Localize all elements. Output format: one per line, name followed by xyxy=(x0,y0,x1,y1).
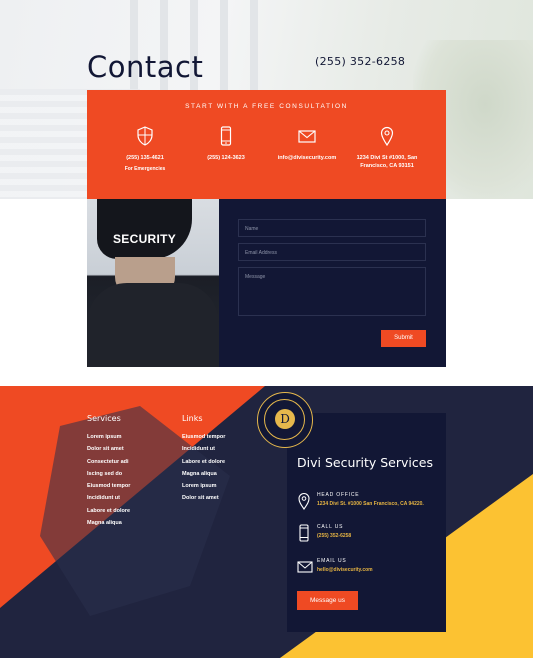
contact-value[interactable]: 1234 Divi St. #1000 San Francisco, CA 94… xyxy=(317,501,424,507)
contact-value[interactable]: hello@divisecurity.com xyxy=(317,567,373,573)
contact-form: Name Email Address Message Submit xyxy=(219,199,446,367)
cap-shape xyxy=(97,199,192,259)
consultation-box: Start With a Free Consultation (255) 135… xyxy=(87,90,446,199)
info-item-email[interactable]: info@divisecurity.com xyxy=(267,126,347,162)
message-field[interactable]: Message xyxy=(238,267,426,316)
info-item-value: (255) 124-3623 xyxy=(207,155,245,161)
info-item-value: (255) 135-4621 xyxy=(126,155,164,161)
column-decoration xyxy=(220,0,228,90)
email-us-item: Email Us hello@divisecurity.com xyxy=(297,558,442,584)
footer-link[interactable]: Labore et dolore xyxy=(182,456,225,468)
footer-link[interactable]: Eiusmod tempor xyxy=(182,431,225,443)
info-item-phone[interactable]: (255) 124-3623 xyxy=(186,126,266,162)
info-item-value: info@divisecurity.com xyxy=(277,155,337,161)
name-field[interactable]: Name xyxy=(238,219,426,237)
mobile-phone-icon xyxy=(220,126,232,146)
footer-link[interactable]: Magna aliqua xyxy=(182,468,225,480)
services-heading: Services xyxy=(87,414,121,423)
info-item-address[interactable]: 1234 Divi St #1000, San Francisco, CA 93… xyxy=(347,126,427,170)
footer-link[interactable]: Lorem ipsum xyxy=(182,480,225,492)
submit-button[interactable]: Submit xyxy=(381,330,426,347)
page-title: Contact xyxy=(87,50,204,84)
contact-card: Divi Security Services Head Office 1234 … xyxy=(287,413,446,632)
footer-link[interactable]: Consectetur adi xyxy=(87,456,130,468)
message-us-button[interactable]: Message us xyxy=(297,591,358,610)
info-item-emergency-phone[interactable]: (255) 135-4621 For Emergencies xyxy=(105,126,185,172)
jacket-shape xyxy=(87,283,219,367)
contact-label: Head Office xyxy=(317,492,360,498)
footer-link[interactable]: Labore et dolore xyxy=(87,505,130,517)
call-us-item: Call Us (255) 352-6258 xyxy=(297,524,442,550)
mobile-phone-icon xyxy=(299,524,309,542)
footer-link[interactable]: Incididunt ut xyxy=(182,443,225,455)
footer-link[interactable]: Eiusmod tempor xyxy=(87,480,130,492)
column-decoration xyxy=(250,0,258,90)
footer-link[interactable]: Magna aliqua xyxy=(87,517,130,529)
header-phone[interactable]: (255) 352-6258 xyxy=(315,55,405,68)
envelope-icon xyxy=(298,130,316,143)
footer-link[interactable]: Dolor sit amet xyxy=(182,492,225,504)
map-pin-icon xyxy=(298,493,310,510)
company-logo-badge: D xyxy=(257,392,313,448)
security-guard-photo: SECURITY xyxy=(87,199,219,367)
footer-links-column: Links Eiusmod tempor Incididunt ut Labor… xyxy=(182,414,225,505)
contact-label: Call Us xyxy=(317,524,344,530)
company-name: Divi Security Services xyxy=(297,455,433,470)
badge-letter: D xyxy=(275,409,295,429)
footer-services-column: Services Lorem ipsum Dolor sit amet Cons… xyxy=(87,414,130,529)
envelope-icon xyxy=(297,561,313,573)
contact-value[interactable]: (255) 352-6258 xyxy=(317,533,351,539)
footer-link[interactable]: Dolor sit amet xyxy=(87,443,130,455)
footer-link[interactable]: Iscing sed do xyxy=(87,468,130,480)
map-pin-icon xyxy=(380,126,394,146)
cap-text: SECURITY xyxy=(113,232,177,246)
info-item-note: For Emergencies xyxy=(124,166,166,172)
shield-icon xyxy=(137,126,153,146)
consultation-kicker: Start With a Free Consultation xyxy=(185,103,348,110)
footer-link[interactable]: Incididunt ut xyxy=(87,492,130,504)
contact-label: Email Us xyxy=(317,558,347,564)
info-item-value: 1234 Divi St #1000, San Francisco, CA 93… xyxy=(356,155,418,169)
head-office-item: Head Office 1234 Divi St. #1000 San Fran… xyxy=(297,492,442,518)
footer-link[interactable]: Lorem ipsum xyxy=(87,431,130,443)
email-field[interactable]: Email Address xyxy=(238,243,426,261)
links-heading: Links xyxy=(182,414,203,423)
